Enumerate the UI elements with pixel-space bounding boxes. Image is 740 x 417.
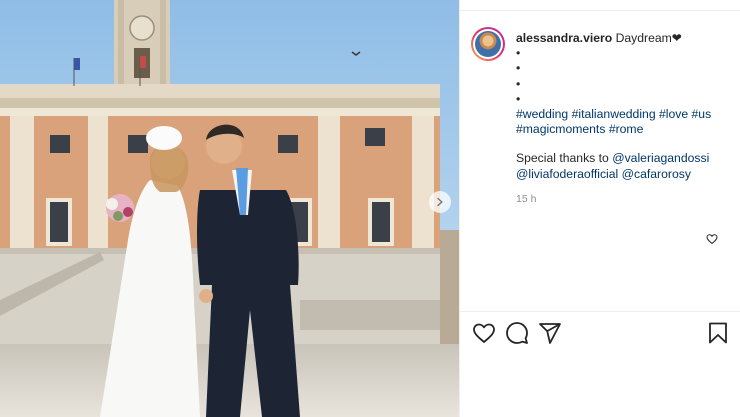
thanks-paragraph: Special thanks to @valeriagandossi @livi… (516, 151, 731, 181)
bookmark-icon (709, 322, 727, 344)
like-button[interactable] (472, 321, 496, 345)
hashtags-line-2: #magicmoments #rome (516, 122, 731, 137)
heart-icon (473, 323, 495, 343)
chevron-right-icon (437, 197, 443, 207)
thanks-text: Special thanks to (516, 151, 609, 166)
divider (459, 311, 740, 312)
avatar-ring (473, 29, 503, 59)
avatar[interactable] (471, 27, 505, 61)
save-button[interactable] (706, 321, 730, 345)
divider (460, 10, 740, 11)
mention-link[interactable]: @cafarorosy (622, 167, 691, 181)
share-icon (539, 323, 561, 344)
mention-link[interactable]: @valeriagandossi (612, 151, 709, 165)
share-button[interactable] (538, 321, 562, 345)
caption-dot: • (516, 46, 521, 61)
hashtag-link[interactable]: #magicmoments (516, 122, 605, 136)
post-photo[interactable] (0, 0, 459, 417)
post-action-bar (472, 321, 730, 347)
caption-header: alessandra.viero Daydream❤ (516, 31, 731, 46)
caption-dot: • (516, 76, 521, 91)
caption-dot: • (516, 61, 521, 76)
hashtags-line-1: #wedding #italianwedding #love #us (516, 107, 731, 122)
avatar-photo (475, 31, 501, 57)
caption-text: Daydream❤ (615, 31, 683, 45)
hashtag-link[interactable]: #wedding (516, 107, 568, 121)
instagram-post: alessandra.viero Daydream❤ • • • • #wedd… (0, 0, 740, 417)
post-caption: alessandra.viero Daydream❤ • • • • #wedd… (516, 31, 731, 182)
comment-button[interactable] (505, 321, 529, 345)
comment-icon (506, 322, 528, 344)
hashtag-link[interactable]: #rome (609, 122, 644, 136)
comment-like-heart-icon[interactable] (706, 233, 718, 245)
wedding-photo-illustration (0, 0, 459, 417)
mention-link[interactable]: @liviafoderaofficial (516, 167, 618, 181)
hashtag-link[interactable]: #love (659, 107, 688, 121)
post-timestamp[interactable]: 15 h (516, 193, 536, 205)
username-link[interactable]: alessandra.viero (516, 31, 612, 45)
carousel-next-button[interactable] (429, 191, 451, 213)
hashtag-link[interactable]: #italianwedding (572, 107, 656, 121)
hashtag-link[interactable]: #us (692, 107, 712, 121)
post-side-panel: alessandra.viero Daydream❤ • • • • #wedd… (459, 0, 740, 417)
caption-dot: • (516, 91, 521, 106)
